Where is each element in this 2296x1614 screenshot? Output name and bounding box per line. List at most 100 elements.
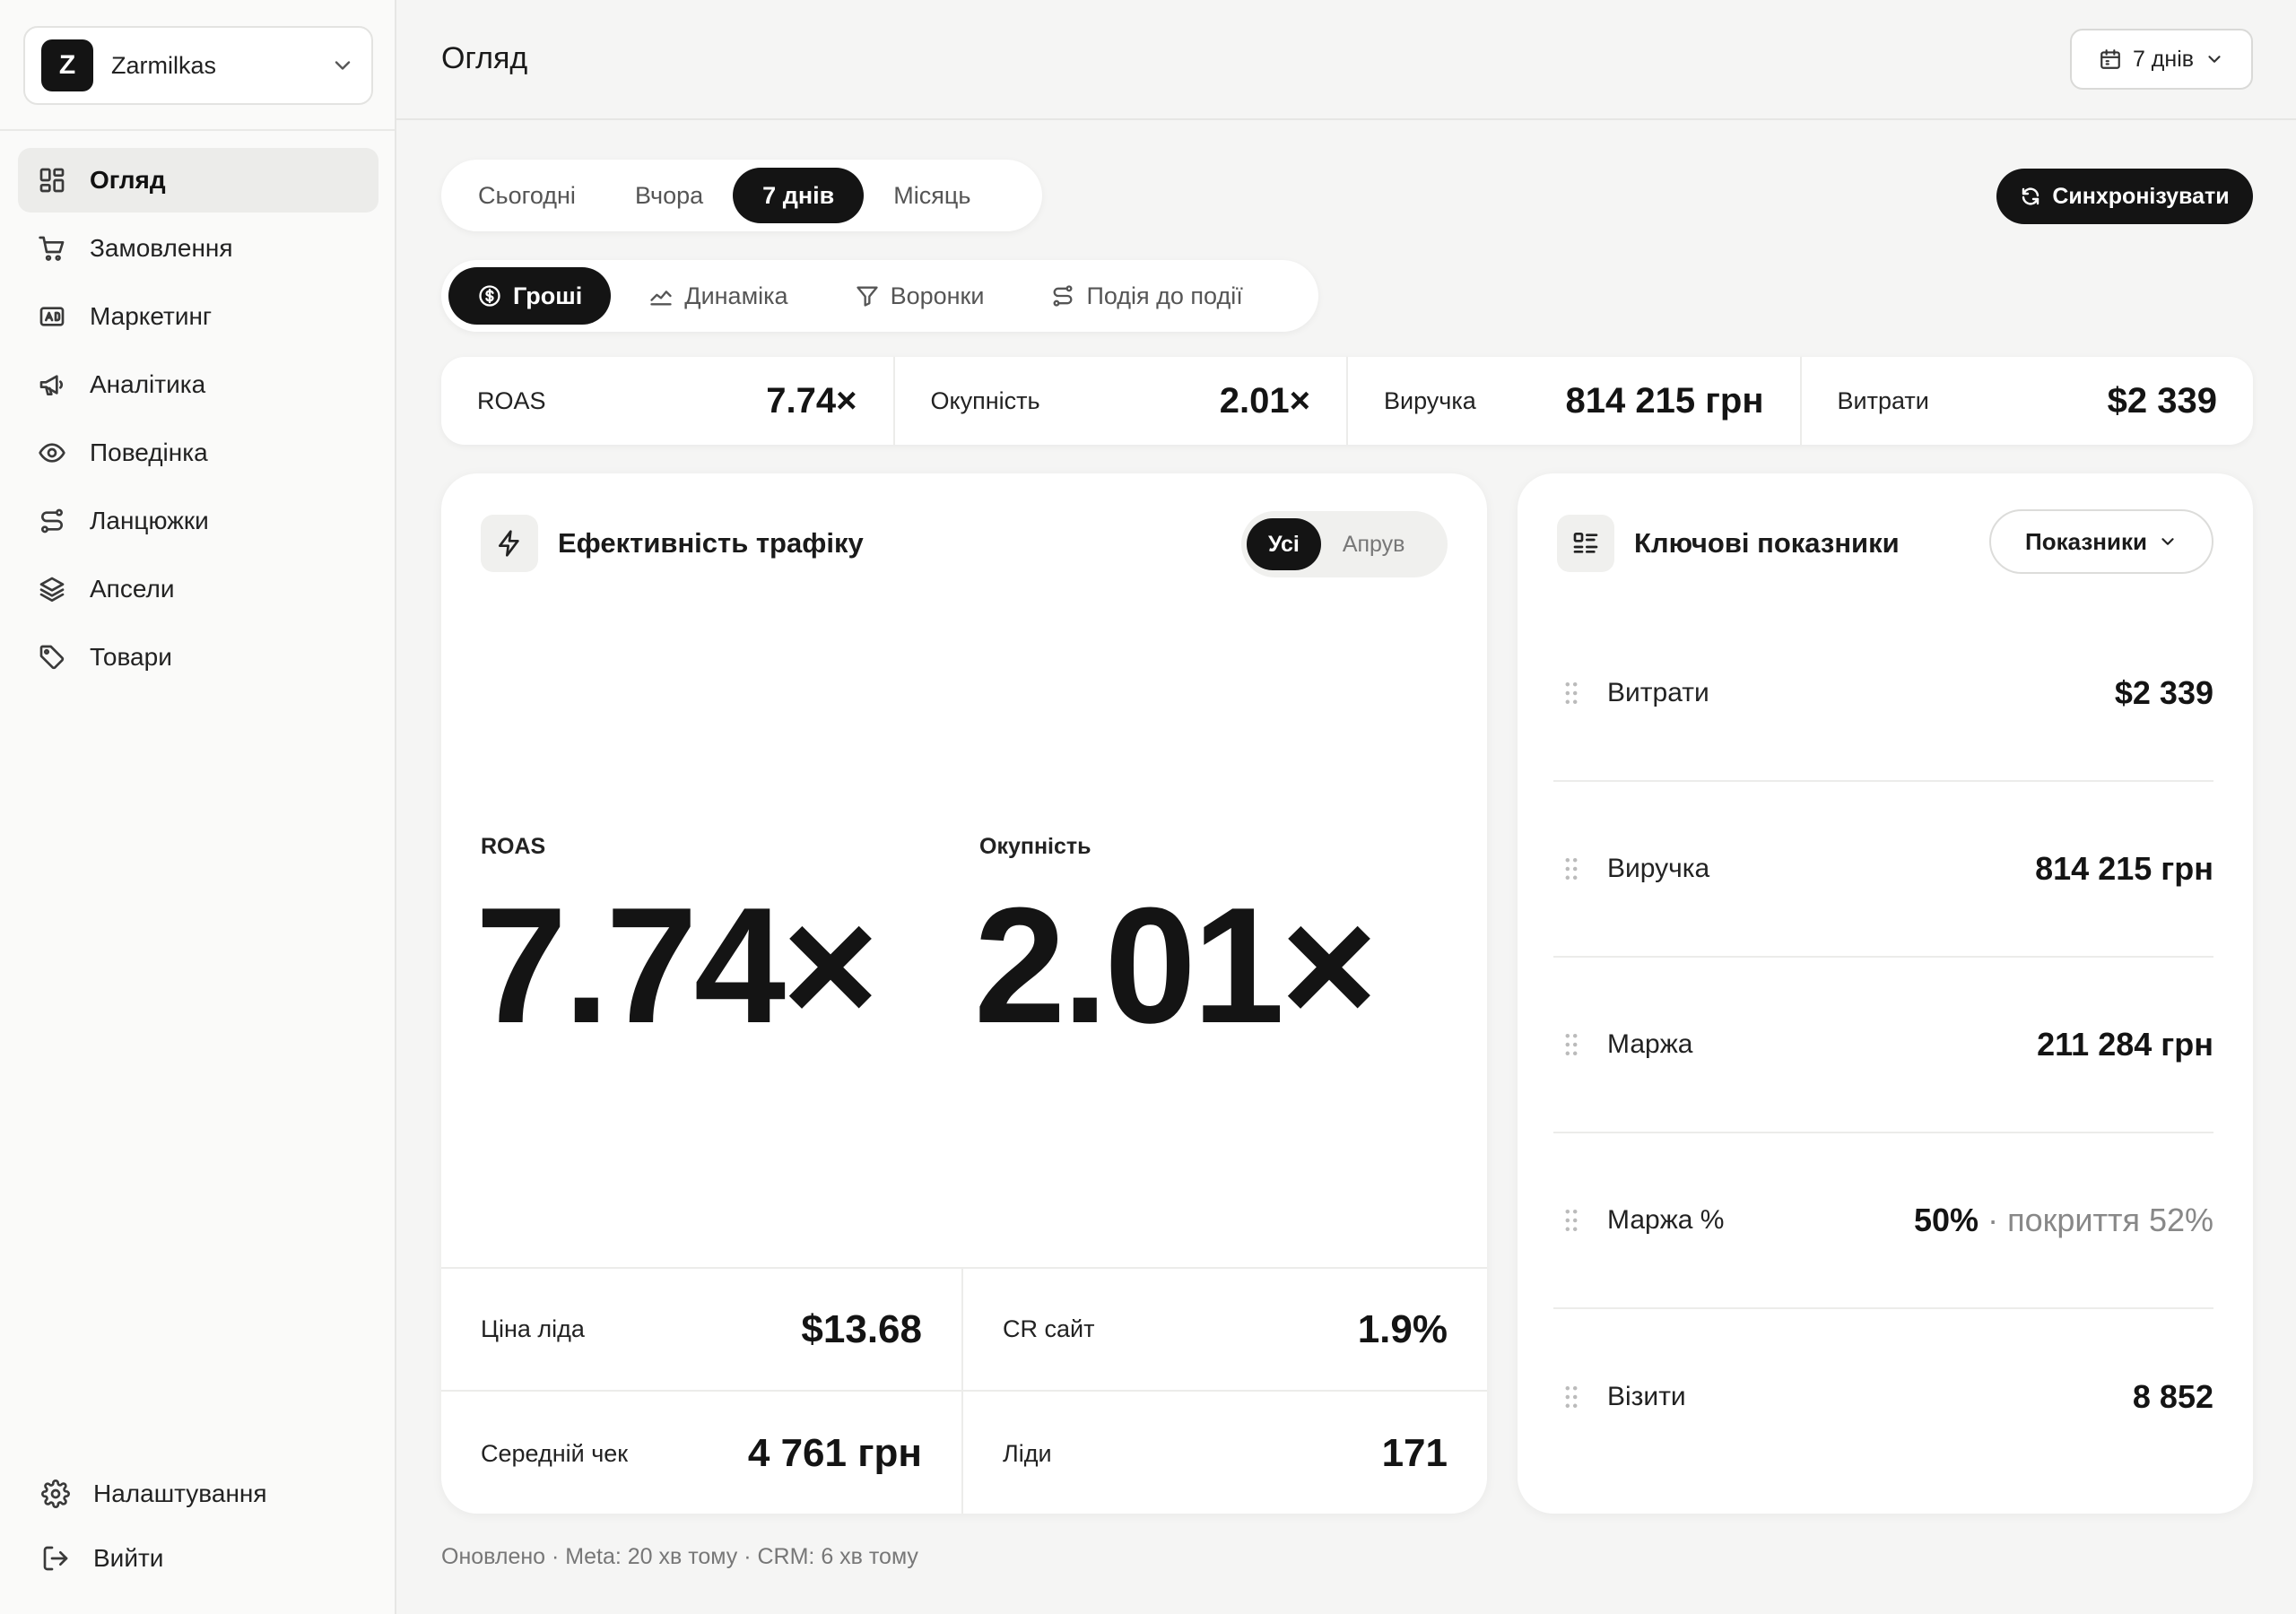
- workspace-name: Zarmilkas: [111, 51, 217, 79]
- metric-revenue: Виручка 814 215 грн: [1348, 357, 1802, 445]
- indicator-list: Витрати $2 339 Виручка 814 215 грн Маржа…: [1553, 606, 2213, 1485]
- top-header: Огляд 7 днів: [396, 0, 2296, 120]
- indicators-label: Показники: [2025, 527, 2147, 555]
- drag-handle-icon[interactable]: [1561, 856, 1582, 881]
- sidebar-item-settings[interactable]: Налаштування: [22, 1463, 382, 1524]
- tab-funnels[interactable]: Воронки: [826, 267, 1013, 325]
- indicator-row: Маржа 211 284 грн: [1553, 958, 2213, 1133]
- indicator-value: 814 215 грн: [2035, 850, 2213, 887]
- tab-yesterday[interactable]: Вчора: [605, 168, 733, 223]
- metric-value: 2.01×: [1219, 380, 1310, 421]
- list-icon: [1557, 515, 1614, 572]
- chevron-down-icon: [2208, 56, 2221, 63]
- drag-handle-icon[interactable]: [1561, 1384, 1582, 1410]
- sidebar-item-label: Маркетинг: [90, 302, 213, 330]
- metric-label: Виручка: [1384, 386, 1476, 414]
- sidebar-item-logout[interactable]: Вийти: [22, 1528, 382, 1589]
- traffic-efficiency-card: Ефективність трафіку Усі Апрув ROAS 7.74…: [441, 473, 1487, 1514]
- indicator-label: Візити: [1607, 1382, 1686, 1411]
- ad-icon: [39, 307, 65, 326]
- big-roas-label: ROAS: [481, 834, 546, 859]
- sidebar-item-label: Поведінка: [90, 438, 208, 466]
- indicator-label: Маржа: [1607, 1029, 1693, 1059]
- tag-icon: [39, 645, 65, 670]
- metric-label: Окупність: [930, 386, 1040, 414]
- sidebar-divider: [0, 129, 395, 131]
- indicator-row: Візити 8 852: [1553, 1309, 2213, 1485]
- period-tabs: Сьогодні Вчора 7 днів Місяць: [441, 160, 1042, 231]
- chevron-down-icon: [2161, 538, 2174, 545]
- big-payback-value: 2.01×: [974, 872, 1378, 1057]
- card-header: Ключові показники: [1557, 515, 1900, 572]
- metric-spend: Витрати $2 339: [1802, 357, 2254, 445]
- metric-label: Ціна ліда: [481, 1315, 585, 1342]
- logout-icon: [43, 1546, 68, 1571]
- indicator-value: 8 852: [2132, 1378, 2213, 1415]
- traffic-filter-toggle: Усі Апрув: [1241, 511, 1448, 577]
- sidebar-item-label: Аналітика: [90, 370, 206, 398]
- tab-label: Гроші: [513, 282, 583, 309]
- funnel-icon: [856, 286, 878, 307]
- metric-avg-check: Середній чек 4 761 грн: [441, 1392, 961, 1514]
- sidebar-item-behavior[interactable]: Поведінка: [18, 421, 378, 485]
- lightning-icon: [481, 515, 538, 572]
- view-tabs: Гроші Динаміка Воронки Подія до події: [441, 260, 1318, 332]
- sidebar-item-chains[interactable]: Ланцюжки: [18, 489, 378, 553]
- indicator-row: Витрати $2 339: [1553, 606, 2213, 782]
- sync-status-note: Оновлено · Meta: 20 хв тому · CRM: 6 хв …: [441, 1544, 918, 1569]
- tab-label: Подія до події: [1086, 282, 1243, 309]
- tab-money[interactable]: Гроші: [448, 267, 612, 325]
- tab-month[interactable]: Місяць: [864, 168, 1000, 223]
- metric-label: ROAS: [477, 386, 546, 414]
- route-icon: [41, 508, 63, 534]
- metric-value: 171: [1381, 1431, 1448, 1475]
- tab-7-days[interactable]: 7 днів: [733, 168, 865, 223]
- indicator-label: Витрати: [1607, 678, 1709, 707]
- dashboard-grid-icon: [39, 168, 65, 193]
- indicator-value: $2 339: [2114, 674, 2213, 711]
- big-payback-label: Окупність: [979, 834, 1091, 859]
- eye-icon: [39, 443, 65, 463]
- sidebar-item-label: Налаштування: [93, 1480, 267, 1507]
- metric-roas: ROAS 7.74×: [441, 357, 895, 445]
- sidebar-item-overview[interactable]: Огляд: [18, 148, 378, 213]
- metric-label: Ліди: [1003, 1439, 1052, 1467]
- sidebar-bottom: Налаштування Вийти: [22, 1463, 382, 1592]
- metric-payback: Окупність 2.01×: [895, 357, 1348, 445]
- indicators-dropdown[interactable]: Показники: [1989, 509, 2213, 574]
- dollar-circle-icon: [479, 285, 500, 307]
- calendar-icon: [2100, 49, 2120, 69]
- metric-value: 814 215 грн: [1565, 380, 1764, 421]
- drag-handle-icon[interactable]: [1561, 1208, 1582, 1233]
- filter-all[interactable]: Усі: [1247, 518, 1321, 570]
- sidebar-item-orders[interactable]: Замовлення: [18, 216, 378, 281]
- sidebar-item-marketing[interactable]: Маркетинг: [18, 284, 378, 349]
- card-title: Ключові показники: [1634, 527, 1900, 559]
- sidebar-nav: Огляд Замовлення Маркетинг Аналітика Пов…: [18, 148, 378, 693]
- sidebar-item-upsells[interactable]: Апсели: [18, 557, 378, 621]
- date-range-button[interactable]: 7 днів: [2070, 29, 2253, 90]
- metric-cr-site: CR сайт 1.9%: [963, 1269, 1487, 1390]
- sidebar-item-analytics[interactable]: Аналітика: [18, 352, 378, 417]
- workspace-switcher[interactable]: Z Zarmilkas: [23, 26, 373, 105]
- sync-button[interactable]: Синхронізувати: [1996, 169, 2253, 224]
- indicator-value: 50% · покриття 52%: [1914, 1202, 2213, 1238]
- sync-label: Синхронізувати: [2052, 183, 2230, 209]
- page-title: Огляд: [441, 41, 528, 75]
- indicator-value: 211 284 грн: [2037, 1026, 2213, 1063]
- indicator-label: Виручка: [1607, 854, 1710, 883]
- tab-event-to-event[interactable]: Подія до події: [1022, 267, 1271, 325]
- indicator-row: Маржа % 50% · покриття 52%: [1553, 1133, 2213, 1309]
- sidebar-item-label: Огляд: [90, 166, 166, 194]
- drag-handle-icon[interactable]: [1561, 1032, 1582, 1057]
- sidebar-item-label: Вийти: [93, 1544, 164, 1572]
- drag-handle-icon[interactable]: [1561, 681, 1582, 706]
- metric-leads: Ліди 171: [963, 1392, 1487, 1514]
- sidebar-item-products[interactable]: Товари: [18, 625, 378, 690]
- tab-label: Воронки: [890, 282, 985, 309]
- metric-label: Середній чек: [481, 1439, 629, 1467]
- tab-today[interactable]: Сьогодні: [448, 168, 605, 223]
- metric-value: 1.9%: [1357, 1306, 1448, 1351]
- filter-approved[interactable]: Апрув: [1321, 518, 1427, 570]
- tab-dynamics[interactable]: Динаміка: [620, 267, 816, 325]
